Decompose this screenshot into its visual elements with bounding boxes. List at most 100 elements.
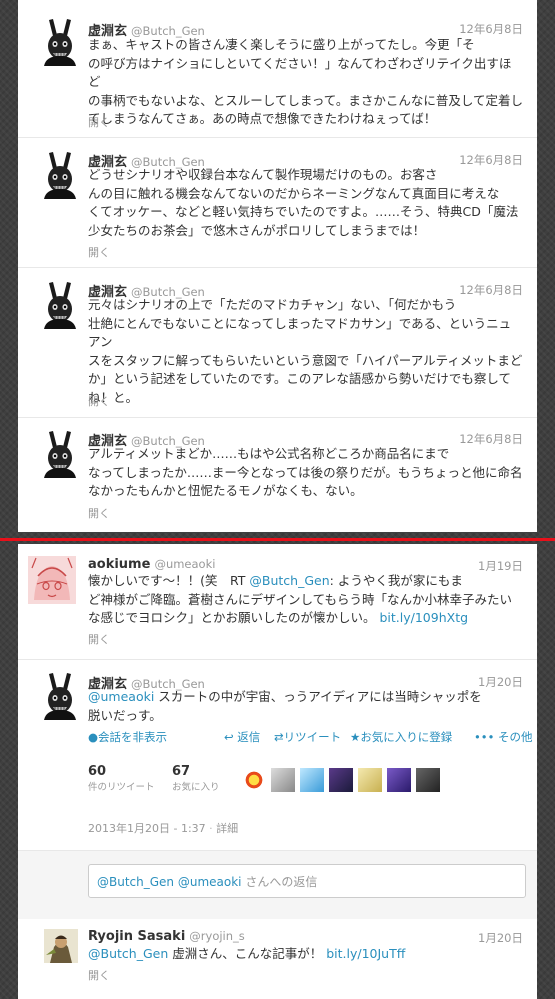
- hide-conversation-button[interactable]: ●会話を非表示: [88, 729, 167, 745]
- tweet-text-line: か」という記述をしていたのです。このアレな語感から勢いだけでも察して: [88, 371, 512, 386]
- favoriter-avatar[interactable]: [271, 768, 295, 792]
- reply-input[interactable]: @Butch_Gen @umeaoki さんへの返信: [88, 864, 526, 898]
- tweet-fullname[interactable]: aokiume: [88, 557, 150, 572]
- retweet-count-number: 60: [88, 764, 107, 779]
- expand-link[interactable]: 開く: [88, 114, 110, 130]
- text-segment: スカートの中が宇宙、っうアイディアには当時シャッポを: [154, 689, 482, 704]
- tweet-text: 懐かしいです〜！！(笑 RT @Butch_Gen: ようやく我が家にもま ど神…: [88, 572, 523, 628]
- reply-area: @Butch_Gen @umeaoki さんへの返信: [18, 850, 537, 919]
- tweet-text-line: なってしまったか……まー今となっては後の祭りだが。もうちょっと他に命名: [88, 464, 523, 480]
- tweet-timestamp: 2013年1月20日 - 1:37 · 詳細: [88, 822, 239, 835]
- tweet-text-line: アルティメットまどか……もはや公式名称どころか商品名にまで: [88, 446, 450, 461]
- tweet-fullname[interactable]: Ryojin Sasaki: [88, 929, 185, 944]
- star-icon: ★: [350, 730, 361, 744]
- timeline-panel-top: 虚淵玄 @Butch_Gen 12年6月8日 まぁ、キャストの皆さん凄く楽しそうに…: [18, 0, 537, 532]
- expand-link[interactable]: 開く: [88, 244, 110, 260]
- avatar[interactable]: [36, 151, 84, 199]
- mention-link[interactable]: @umeaoki: [88, 689, 154, 704]
- more-icon: •••: [474, 730, 495, 744]
- tweet-text-line: まぁ、キャストの皆さん凄く楽しそうに盛り上がってたし。今更「そ: [88, 37, 475, 52]
- retweet-button[interactable]: ⇄リツイート: [274, 729, 341, 745]
- expand-link[interactable]: 開く: [88, 967, 110, 983]
- expand-link[interactable]: 開く: [88, 505, 110, 521]
- reply-placeholder: さんへの返信: [241, 875, 318, 889]
- tweet-item[interactable]: Ryojin Sasaki @ryojin_s 1月20日 @Butch_Gen …: [18, 919, 537, 999]
- tweet-text-line: 脱いだっす。: [88, 707, 162, 723]
- tweet-text-line: てしまうなんてさぁ。あの時点で想像できたわけねぇってば！: [88, 111, 437, 126]
- tweet-text: @umeaoki スカートの中が宇宙、っうアイディアには当時シャッポを 脱いだっ…: [88, 688, 523, 725]
- url-link[interactable]: bit.ly/10JuTff: [326, 946, 405, 961]
- avatar[interactable]: [36, 430, 84, 478]
- tweet-text: どうせシナリオや収録台本なんて製作現場だけのもの。お客さ んの目に触れる機会なん…: [88, 166, 523, 240]
- favoriter-avatar[interactable]: [300, 768, 324, 792]
- tweet-item[interactable]: aokiume @umeaoki 1月19日 懐かしいです〜！！(笑 RT @Bu…: [18, 544, 537, 660]
- tweet-header: aokiume @umeaoki: [88, 557, 215, 572]
- retweet-icon: ⇄: [274, 730, 284, 744]
- retweet-count[interactable]: 60 件のリツイート: [88, 764, 168, 793]
- text-segment: 虚淵さん、こんな記事が！: [168, 946, 327, 961]
- details-link[interactable]: 詳細: [216, 822, 238, 835]
- favorite-button[interactable]: ★お気に入りに登録: [350, 729, 452, 745]
- more-button[interactable]: ••• その他: [474, 729, 533, 745]
- tweet-header: Ryojin Sasaki @ryojin_s: [88, 929, 245, 944]
- mention-link[interactable]: @Butch_Gen: [249, 573, 329, 588]
- tweet-text-line: んの目に触れる機会なんてないのだからネーミングなんて真面目に考えな: [88, 185, 500, 201]
- favorite-count[interactable]: 67 お気に入り: [172, 764, 252, 793]
- favorite-count-label: お気に入り: [172, 782, 220, 793]
- favoriter-avatar[interactable]: [329, 768, 353, 792]
- expand-link[interactable]: 開く: [88, 631, 110, 647]
- tweet-date[interactable]: 1月20日: [478, 930, 523, 946]
- tweet-text-line: どうせシナリオや収録台本なんて製作現場だけのもの。お客さ: [88, 167, 438, 182]
- tweet-text-line: なかったもんかと忸怩たるモノがなくも、ない。: [88, 483, 363, 498]
- favoriter-avatar[interactable]: [416, 768, 440, 792]
- tweet-item[interactable]: 虚淵玄 @Butch_Gen 12年6月8日 まぁ、キャストの皆さん凄く楽しそうに…: [18, 0, 537, 138]
- reply-icon: ↩: [224, 730, 234, 744]
- tweet-actions: ●会話を非表示 ↩ 返信 ⇄リツイート ★お気に入りに登録 ••• その他: [88, 729, 533, 745]
- tweet-text-line: スをスタッフに解ってもらいたいという意図で「ハイパーアルティメットまど: [88, 352, 523, 368]
- tweet-text-line: の事柄でもないよな、とスルーしてしまって。まさかこんなに普及して定着し: [88, 92, 524, 108]
- tweet-item[interactable]: 虚淵玄 @Butch_Gen 12年6月8日 元々はシナリオの上で「ただのマドカチ…: [18, 268, 537, 418]
- avatar[interactable]: [36, 281, 84, 329]
- timeline-panel-bottom: aokiume @umeaoki 1月19日 懐かしいです〜！！(笑 RT @Bu…: [18, 544, 537, 999]
- tweet-text-line: 少女たちのお茶会」で悠木さんがポロリしてしまうまでは！: [88, 222, 426, 238]
- reply-button[interactable]: ↩ 返信: [224, 729, 260, 745]
- retweet-count-label: 件のリツイート: [88, 782, 155, 793]
- expanded-tweet[interactable]: 虚淵玄 @Butch_Gen 1月20日 @umeaoki スカートの中が宇宙、っ…: [18, 660, 537, 919]
- more-label: その他: [498, 730, 533, 744]
- tweet-item[interactable]: 虚淵玄 @Butch_Gen 12年6月8日 どうせシナリオや収録台本なんて製作現…: [18, 138, 537, 268]
- avatar[interactable]: [36, 18, 84, 66]
- favorite-count-number: 67: [172, 764, 191, 779]
- conversation-icon: ●: [88, 730, 99, 744]
- text-segment: な感じでヨロシク」とかお願いしたのが懐かしい。: [88, 610, 380, 625]
- tweet-item[interactable]: 虚淵玄 @Butch_Gen 12年6月8日 アルティメットまどか……もはや公式名…: [18, 418, 537, 530]
- tweet-text-line: 元々はシナリオの上で「ただのマドカチャン」ない、「何だかもう: [88, 297, 457, 312]
- section-divider: [0, 538, 555, 541]
- avatar[interactable]: [28, 556, 76, 604]
- tweet-text: アルティメットまどか……もはや公式名称どころか商品名にまで なってしまったか………: [88, 445, 523, 501]
- text-segment: : ようやく我が家にもま: [329, 573, 463, 588]
- timestamp-text[interactable]: 2013年1月20日 - 1:37: [88, 822, 206, 835]
- tweet-text-line: くてオッケー、などと軽い気持ちでいたのですよ。……そう、特典CD「魔法: [88, 204, 519, 219]
- tweet-stats: 60 件のリツイート 67 お気に入り: [88, 764, 528, 796]
- reply-mentions: @Butch_Gen @umeaoki: [97, 875, 242, 889]
- tweet-date[interactable]: 12年6月8日: [459, 21, 523, 37]
- url-link[interactable]: bit.ly/109hXtg: [379, 610, 468, 625]
- tweet-handle[interactable]: @ryojin_s: [189, 929, 245, 943]
- favoriter-avatar[interactable]: [387, 768, 411, 792]
- favoriter-avatar[interactable]: [242, 768, 266, 792]
- avatar[interactable]: [36, 672, 84, 720]
- tweet-text: @Butch_Gen 虚淵さん、こんな記事が！ bit.ly/10JuTff: [88, 945, 523, 964]
- expand-link[interactable]: 開く: [88, 393, 110, 409]
- tweet-text: 元々はシナリオの上で「ただのマドカチャン」ない、「何だかもう 壮絶にとんでもない…: [88, 296, 523, 407]
- mention-link[interactable]: @Butch_Gen: [88, 946, 168, 961]
- avatar[interactable]: [44, 929, 78, 963]
- tweet-text-line: @umeaoki スカートの中が宇宙、っうアイディアには当時シャッポを: [88, 688, 523, 707]
- tweet-text-line: の呼び方はナイショにしといてください！」なんてわざわざリテイク出すほど: [88, 55, 512, 90]
- hide-conversation-label: 会話を非表示: [98, 730, 168, 744]
- favorite-label: お気に入りに登録: [360, 730, 453, 744]
- reply-label: 返信: [237, 730, 261, 744]
- retweet-label: リツイート: [283, 730, 342, 744]
- favoriter-avatar[interactable]: [358, 768, 382, 792]
- tweet-text-line: 壮絶にとんでもないことになってしまったマドカサン」である、というニュアン: [88, 315, 512, 350]
- tweet-handle[interactable]: @umeaoki: [154, 557, 215, 571]
